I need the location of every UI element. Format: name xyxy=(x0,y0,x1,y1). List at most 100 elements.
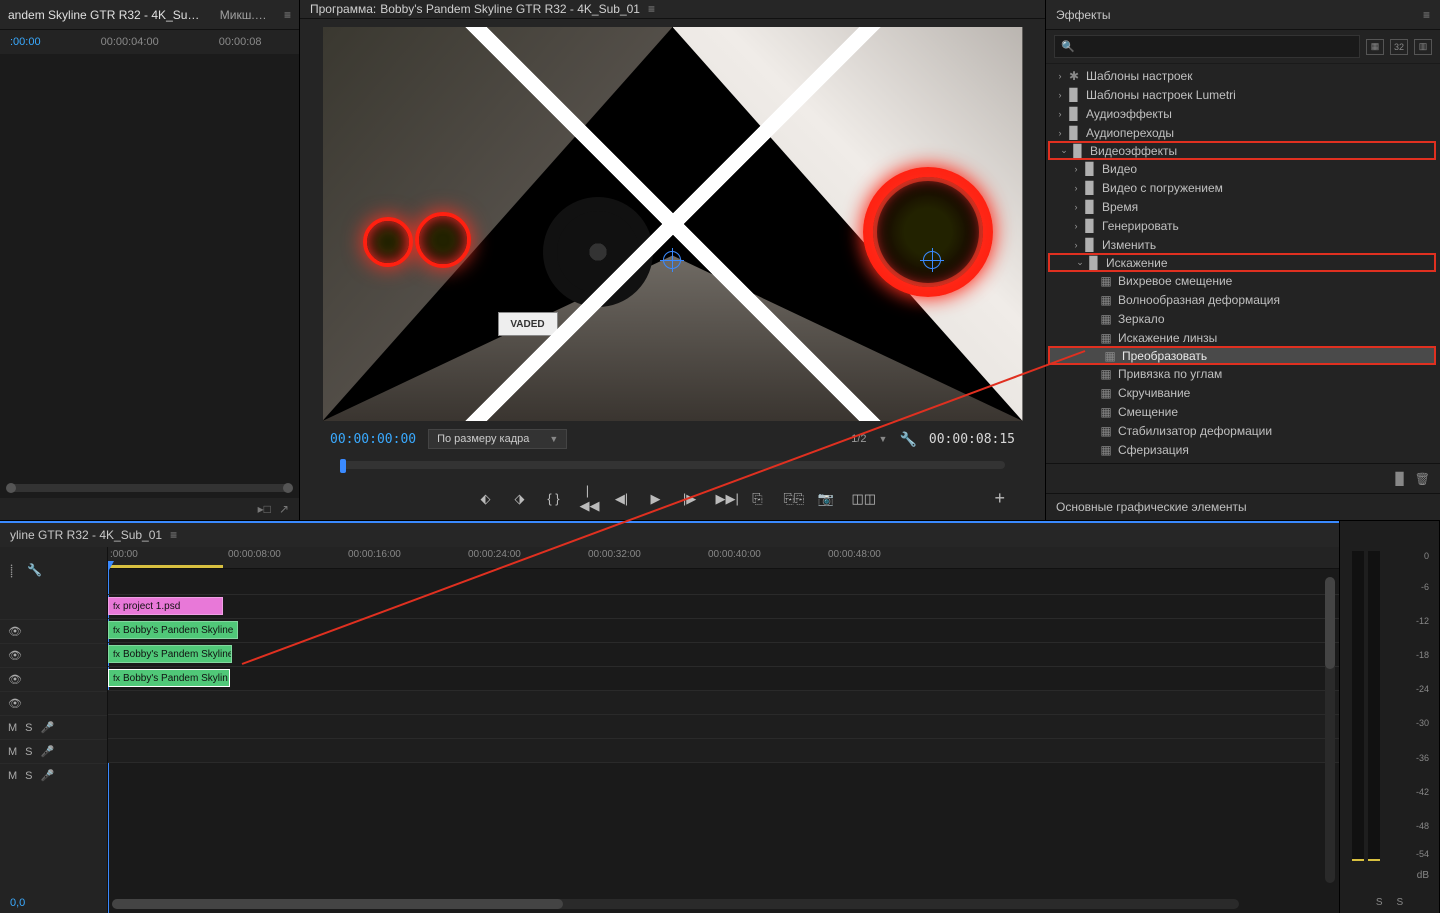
mark-in-icon[interactable]: ⬖ xyxy=(478,491,494,507)
chevron-down-icon[interactable]: ▼ xyxy=(879,434,888,444)
track-head-a2[interactable]: MS 🎤 xyxy=(0,739,107,763)
tree-item-generate[interactable]: ›▉Генерировать xyxy=(1046,216,1440,235)
play-icon[interactable]: ▶ xyxy=(648,491,664,507)
solo-indicator[interactable]: S xyxy=(1397,897,1404,908)
effect-turbulent[interactable]: ▦Вихревое смещение xyxy=(1046,271,1440,290)
effect-transform[interactable]: ▦Преобразовать xyxy=(1048,346,1436,365)
essential-graphics-label[interactable]: Основные графические элементы xyxy=(1046,493,1440,520)
mark-out-icon[interactable]: ⬗ xyxy=(512,491,528,507)
insert-icon[interactable]: ▸□ xyxy=(258,502,271,516)
source-tab-2[interactable]: Микш. ау xyxy=(220,8,268,22)
mic-icon[interactable]: 🎤 xyxy=(41,769,55,782)
effect-mirror[interactable]: ▦Зеркало xyxy=(1046,309,1440,328)
eye-icon[interactable]: 👁 xyxy=(8,673,22,686)
extract-icon[interactable]: ⎘⎘ xyxy=(784,491,800,507)
clip-v1[interactable]: fxBobby's Pandem Skylin xyxy=(108,669,230,687)
zoom-dropdown[interactable]: По размеру кадра ▼ xyxy=(428,429,567,449)
tree-item-time[interactable]: ›▉Время xyxy=(1046,197,1440,216)
fx-filter-yuv-icon[interactable]: ▥ xyxy=(1414,39,1432,55)
mute-button[interactable]: M xyxy=(8,770,17,782)
effect-corner[interactable]: ▦Привязка по углам xyxy=(1046,364,1440,383)
eye-icon[interactable]: 👁 xyxy=(8,697,22,710)
export-frame-icon[interactable]: 📷 xyxy=(818,491,834,507)
track-head-v3[interactable]: 👁 xyxy=(0,643,107,667)
audio-meter[interactable]: 0 -6 -12 -18 -24 -30 -36 -42 -48 -54 dB xyxy=(1340,521,1439,891)
step-forward-icon[interactable]: |▶ xyxy=(682,491,698,507)
source-scrollbar[interactable] xyxy=(8,484,291,492)
effect-lens[interactable]: ▦Искажение линзы xyxy=(1046,328,1440,347)
work-area-bar[interactable] xyxy=(108,565,223,568)
fx-filter-32-icon[interactable]: 32 xyxy=(1390,39,1408,55)
go-to-in-icon[interactable]: |◀◀ xyxy=(580,483,596,514)
solo-button[interactable]: S xyxy=(25,746,32,758)
comparison-icon[interactable]: ◫◫ xyxy=(852,491,868,507)
tree-item-adjust[interactable]: ›▉Изменить xyxy=(1046,235,1440,254)
tree-item-video[interactable]: ›▉Видео xyxy=(1046,159,1440,178)
sequence-tab[interactable]: yline GTR R32 - 4K_Sub_01 xyxy=(10,528,162,542)
effect-spherize[interactable]: ▦Сферизация xyxy=(1046,440,1440,459)
tree-item-audio-fx[interactable]: ›▉Аудиоэффекты xyxy=(1046,104,1440,123)
folder-icon: ▉ xyxy=(1082,200,1098,214)
effect-wave[interactable]: ▦Волнообразная деформация xyxy=(1046,290,1440,309)
program-monitor[interactable]: VADED xyxy=(323,27,1023,421)
effect-twirl[interactable]: ▦Скручивание xyxy=(1046,383,1440,402)
track-head-v4[interactable]: 👁 xyxy=(0,619,107,643)
eye-icon[interactable]: 👁 xyxy=(8,625,22,638)
timeline-timecode[interactable]: 0,0 xyxy=(0,893,107,913)
mic-icon[interactable]: 🎤 xyxy=(41,745,55,758)
new-bin-icon[interactable]: ▉ xyxy=(1396,472,1405,486)
source-tab-1[interactable]: andem Skyline GTR R32 - 4K_Sub_03 xyxy=(8,8,204,22)
panel-menu-icon[interactable]: ≡ xyxy=(1423,8,1430,22)
wrench-icon[interactable]: 🔧 xyxy=(27,563,42,577)
effect-offset[interactable]: ▦Смещение xyxy=(1046,402,1440,421)
solo-button[interactable]: S xyxy=(25,770,32,782)
fx-filter-icon[interactable]: ▦ xyxy=(1366,39,1384,55)
ruler-tick: 00:00:08:00 xyxy=(228,549,281,560)
playhead-handle[interactable] xyxy=(340,459,346,473)
panel-menu-icon[interactable]: ≡ xyxy=(284,8,291,22)
export-icon[interactable]: ↗ xyxy=(279,502,289,516)
source-tc-start: :00:00 xyxy=(10,36,41,48)
anchor-crosshair-icon[interactable] xyxy=(663,251,681,269)
timeline-tracks[interactable]: :00:00 00:00:08:00 00:00:16:00 00:00:24:… xyxy=(108,547,1339,913)
tree-item-lumetri[interactable]: ›▉Шаблоны настроек Lumetri xyxy=(1046,85,1440,104)
effect-warp[interactable]: ▦Стабилизатор деформации xyxy=(1046,421,1440,440)
clip-v4[interactable]: fxproject 1.psd xyxy=(108,597,223,615)
settings-wrench-icon[interactable]: 🔧 xyxy=(899,431,916,448)
add-button-icon[interactable]: + xyxy=(994,488,1005,509)
trash-icon[interactable]: 🗑 xyxy=(1415,472,1430,486)
step-back-icon[interactable]: ◀| xyxy=(614,491,630,507)
panel-menu-icon[interactable]: ≡ xyxy=(170,528,177,542)
marker-icon[interactable]: { } xyxy=(546,491,562,506)
program-timecode-current[interactable]: 00:00:00:00 xyxy=(330,432,416,447)
mic-icon[interactable]: 🎤 xyxy=(41,721,55,734)
tree-item-distort[interactable]: ⌄▉Искажение xyxy=(1048,253,1436,272)
lift-icon[interactable]: ⎘ xyxy=(750,491,766,507)
tree-item-audio-trans[interactable]: ›▉Аудиопереходы xyxy=(1046,123,1440,142)
timeline-h-scrollbar[interactable] xyxy=(112,899,1239,909)
timeline-v-scrollbar[interactable] xyxy=(1325,577,1335,883)
tree-item-immersive[interactable]: ›▉Видео с погружением xyxy=(1046,178,1440,197)
track-head-v2[interactable]: 👁 xyxy=(0,667,107,691)
timeline-ruler[interactable]: :00:00 00:00:08:00 00:00:16:00 00:00:24:… xyxy=(108,547,1339,569)
solo-indicator[interactable]: S xyxy=(1376,897,1383,908)
clip-v3[interactable]: fxBobby's Pandem Skyline xyxy=(108,621,238,639)
tree-item-video-effects[interactable]: ⌄▉Видеоэффекты xyxy=(1048,141,1436,160)
track-head-v1[interactable]: 👁 xyxy=(0,691,107,715)
solo-button[interactable]: S xyxy=(25,722,32,734)
snap-icon[interactable]: ⸽ xyxy=(10,562,13,579)
tree-item-presets[interactable]: ›✱Шаблоны настроек xyxy=(1046,66,1440,85)
folder-icon: ▉ xyxy=(1082,238,1098,252)
clip-v2[interactable]: fxBobby's Pandem Skyline xyxy=(108,645,232,663)
track-head-a3[interactable]: MS 🎤 xyxy=(0,763,107,787)
eye-icon[interactable]: 👁 xyxy=(8,649,22,662)
go-to-out-icon[interactable]: ▶▶| xyxy=(716,491,732,507)
mute-button[interactable]: M xyxy=(8,746,17,758)
panel-menu-icon[interactable]: ≡ xyxy=(648,2,655,16)
anchor-crosshair-icon[interactable] xyxy=(923,251,941,269)
program-scrubber[interactable] xyxy=(340,461,1005,469)
effects-search-input[interactable]: 🔍 xyxy=(1054,35,1360,58)
effects-search-field[interactable] xyxy=(1079,39,1353,54)
track-head-a1[interactable]: MS 🎤 xyxy=(0,715,107,739)
mute-button[interactable]: M xyxy=(8,722,17,734)
